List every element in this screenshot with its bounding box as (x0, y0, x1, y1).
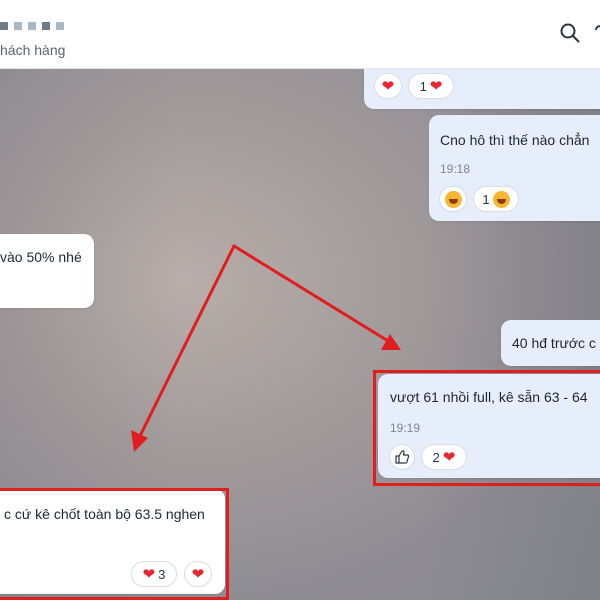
reaction-count: 2 (432, 449, 440, 465)
heart-icon: ❤ (191, 565, 205, 583)
reaction-count: 3 (158, 566, 166, 582)
message-text: 40 hđ trước c (512, 335, 596, 351)
heart-icon: ❤ (442, 448, 456, 466)
search-icon[interactable] (559, 22, 581, 44)
arrow-line-right (232, 244, 395, 346)
message-time: 19:19 (390, 421, 421, 435)
message-text: c cứ kê chốt toàn bộ 63.5 nghen (4, 506, 205, 522)
reaction-laugh-button[interactable] (439, 186, 467, 212)
message-time: 19:18 (440, 162, 471, 176)
laughing-emoji-icon (444, 190, 462, 208)
reaction-heart-button[interactable]: ❤ (374, 73, 402, 99)
message-bubble[interactable]: vượt 61 nhồi full, kê sẵn 63 - 64 19:19 … (378, 374, 600, 478)
reaction-count: 1 (419, 78, 427, 94)
arrowhead-left (131, 430, 148, 452)
thumbs-up-icon (395, 450, 410, 464)
conversation-subtitle: hách hàng (0, 42, 66, 58)
chat-header: hách hàng (0, 0, 600, 69)
chat-area[interactable]: ❤ 1 ❤ Cno hô thì thế nào chẳn 19:18 1 và… (0, 69, 600, 600)
arrow-line-left (135, 244, 236, 444)
conversation-title-redacted (0, 18, 64, 32)
reaction-summary[interactable]: 1 ❤ (408, 73, 454, 99)
reaction-summary[interactable]: ❤ 3 (131, 561, 177, 587)
reaction-count: 1 (482, 191, 490, 207)
reaction-summary[interactable]: 2 ❤ (421, 444, 467, 470)
heart-icon[interactable] (594, 22, 600, 44)
heart-icon: ❤ (142, 565, 156, 583)
heart-icon: ❤ (381, 77, 395, 95)
laughing-emoji-icon (492, 190, 510, 208)
message-bubble[interactable]: c cứ kê chốt toàn bộ 63.5 nghen ❤ 3 ❤ (0, 489, 225, 594)
message-bubble[interactable]: vào 50% nhé (0, 234, 94, 308)
reaction-heart-button[interactable]: ❤ (184, 561, 212, 587)
message-text: Cno hô thì thế nào chẳn (440, 132, 590, 148)
arrowhead-right (381, 334, 401, 350)
message-bubble[interactable]: Cno hô thì thế nào chẳn 19:18 1 (429, 115, 600, 221)
heart-icon: ❤ (429, 77, 443, 95)
message-text: vào 50% nhé (0, 249, 82, 265)
message-bubble[interactable]: 40 hđ trước c (501, 320, 600, 366)
reaction-summary[interactable]: 1 (473, 186, 519, 212)
message-text: vượt 61 nhồi full, kê sẵn 63 - 64 (390, 389, 588, 405)
like-button[interactable] (389, 444, 415, 470)
message-bubble[interactable]: ❤ 1 ❤ (364, 69, 600, 109)
